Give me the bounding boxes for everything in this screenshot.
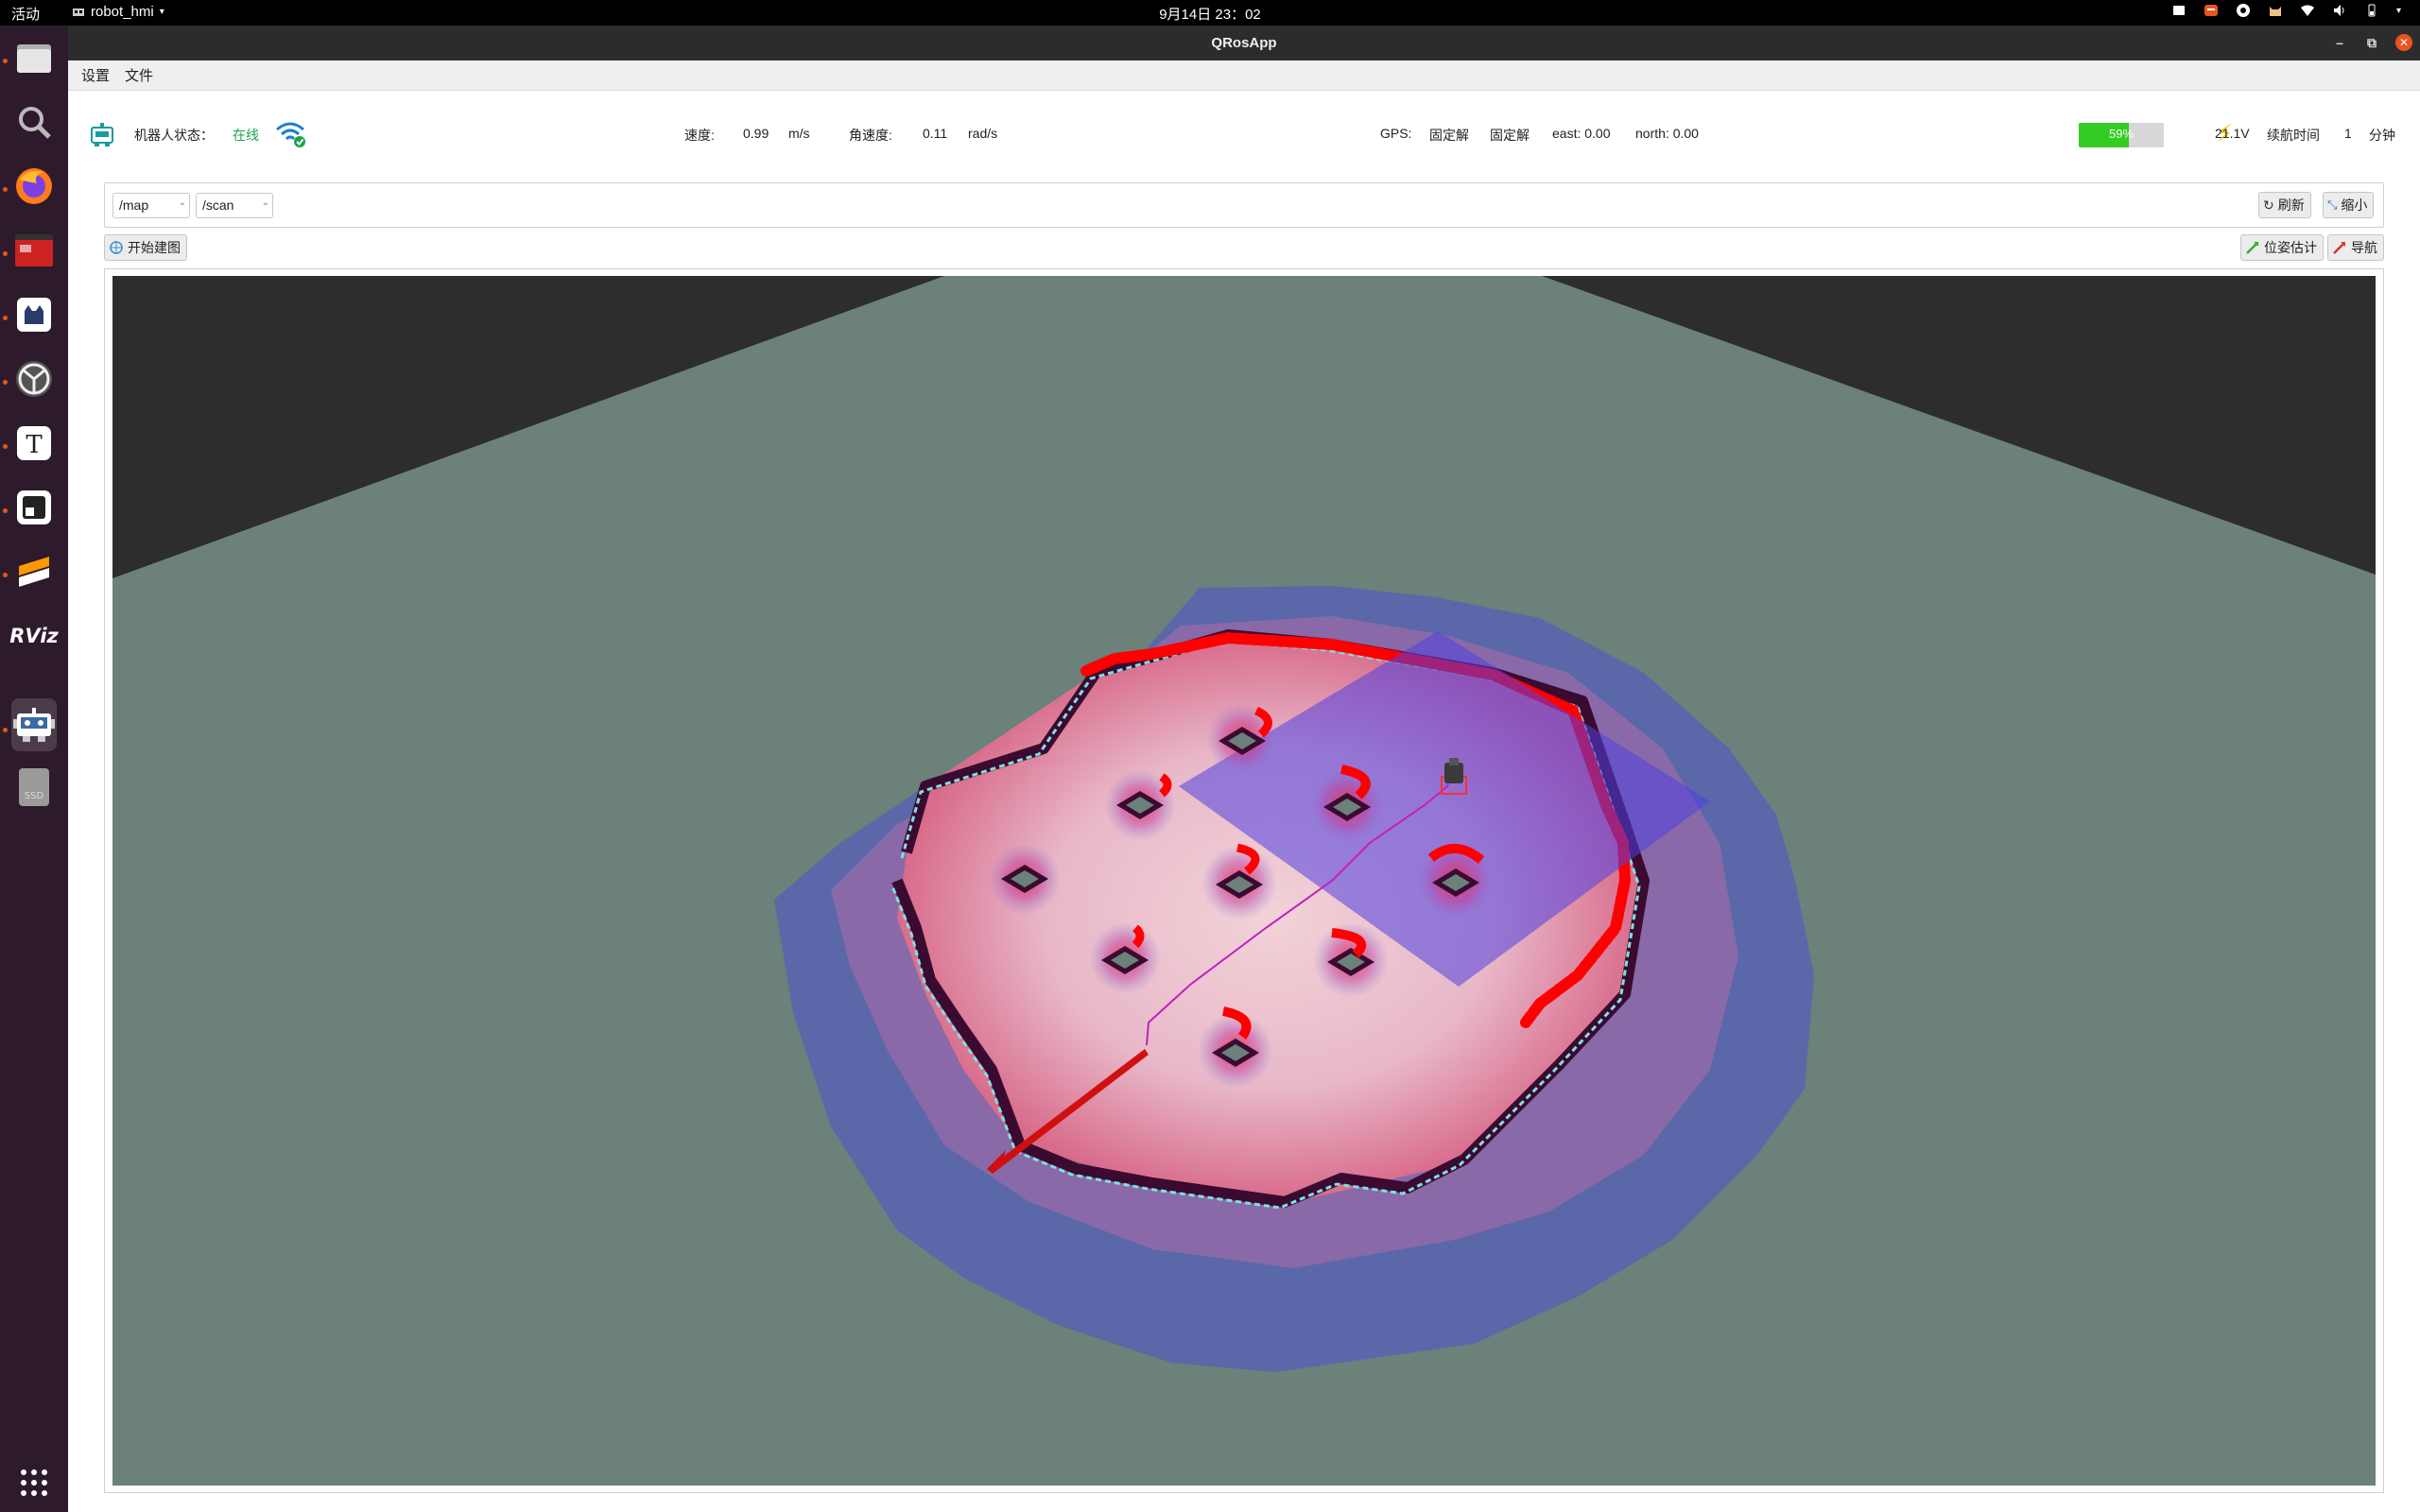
refresh-button[interactable]: ↻ 刷新 <box>2258 192 2311 218</box>
volume-icon[interactable] <box>2332 3 2347 18</box>
firefox-icon[interactable] <box>11 163 57 209</box>
close-button[interactable]: ✕ <box>2395 34 2412 51</box>
gps-fix-status: 固定解 <box>1429 128 1469 143</box>
navigate-label: 导航 <box>2351 240 2377 255</box>
system-tray: ▾ <box>2171 3 2401 18</box>
window-titlebar[interactable]: QRosApp – ⧉ ✕ <box>68 26 2420 60</box>
robot-state-label: 机器人状态： <box>134 128 214 143</box>
show-apps-grid-icon[interactable] <box>11 1460 57 1505</box>
pose-estimate-label: 位姿估计 <box>2264 240 2317 255</box>
angular-speed-unit: rad/s <box>968 126 998 141</box>
restore-button[interactable]: ⧉ <box>2363 34 2380 51</box>
refresh-label: 刷新 <box>2277 198 2305 213</box>
files-icon[interactable] <box>11 35 57 80</box>
gps-east: east: 0.00 <box>1552 126 1611 141</box>
text-editor-icon[interactable]: T <box>11 421 57 466</box>
minimize-button[interactable]: – <box>2331 34 2348 51</box>
battery-bar: 59% <box>2079 123 2164 147</box>
angular-speed-value: 0.11 <box>923 126 948 141</box>
speed-value: 0.99 <box>743 126 769 141</box>
robot-network-icon[interactable] <box>11 356 57 402</box>
qtcreator-icon[interactable] <box>11 292 57 337</box>
wifi-icon[interactable] <box>2300 3 2315 18</box>
angular-speed-label: 角速度: <box>849 128 892 143</box>
topic-selector-bar: /map ⌄ /scan ⌄ ↻ 刷新 ⤡ 缩小 <box>104 182 2384 228</box>
rviz-icon[interactable]: RViz <box>9 613 59 659</box>
pose-estimate-button[interactable]: 位姿估计 <box>2240 234 2324 261</box>
pose-arrow-icon <box>2246 242 2258 254</box>
power-menu-icon[interactable]: ▾ <box>2396 6 2401 16</box>
app-menu-label: robot_hmi <box>91 4 154 20</box>
system-top-bar: 活动 robot_hmi ▾ 9月14日 23：02 ▾ <box>0 0 2420 26</box>
wifi-connected-icon <box>276 122 305 147</box>
activities-button[interactable]: 活动 <box>11 4 40 24</box>
ssd-drive-icon[interactable]: SSD <box>11 765 57 810</box>
qrosapp-icon[interactable] <box>11 698 57 751</box>
robot-state-value: 在线 <box>233 128 259 143</box>
menu-file[interactable]: 文件 <box>125 65 153 85</box>
gps-north: north: 0.00 <box>1635 126 1699 141</box>
scan-topic-value: /scan <box>202 198 234 213</box>
battery-percent: 59% <box>2108 127 2135 141</box>
endurance-unit: 分钟 <box>2369 128 2395 143</box>
sublime-tray-icon[interactable] <box>2204 3 2219 18</box>
crosshair-icon <box>110 241 123 254</box>
cat-tray-icon[interactable] <box>2268 3 2283 18</box>
speed-label: 速度: <box>684 128 715 143</box>
svg-text:T: T <box>26 431 43 459</box>
application-dock: T RViz SSD <box>0 26 68 1512</box>
sublime-icon[interactable] <box>11 549 57 594</box>
map-topic-combo[interactable]: /map ⌄ <box>112 193 190 218</box>
robot-icon <box>91 123 113 146</box>
shrink-button[interactable]: ⤡ 缩小 <box>2323 192 2375 218</box>
navigate-button[interactable]: 导航 <box>2327 234 2384 261</box>
menu-bar: 设置 文件 <box>68 60 2420 91</box>
ssd-label: SSD <box>25 791 44 801</box>
start-mapping-button[interactable]: 开始建图 <box>104 234 187 261</box>
window-title: QRosApp <box>1211 35 1277 51</box>
map-view[interactable] <box>112 276 2376 1486</box>
network-tray-icon[interactable] <box>2236 3 2251 18</box>
chevron-down-icon: ⌄ <box>261 198 269 208</box>
robot-app-icon <box>73 8 84 16</box>
search-icon[interactable] <box>11 99 57 145</box>
menu-settings[interactable]: 设置 <box>81 65 110 85</box>
speed-unit: m/s <box>788 126 810 141</box>
shrink-label: 缩小 <box>2341 198 2368 213</box>
chevron-down-icon: ▾ <box>159 7 164 17</box>
map-topic-value: /map <box>119 198 149 213</box>
start-mapping-label: 开始建图 <box>128 240 181 255</box>
battery-voltage: 21.1V <box>2215 126 2250 141</box>
app-menu[interactable]: robot_hmi ▾ <box>72 4 164 20</box>
clock[interactable]: 9月14日 23：02 <box>1159 7 1261 23</box>
chevron-down-icon: ⌄ <box>178 198 186 208</box>
map-canvas[interactable] <box>112 276 2376 1486</box>
scan-topic-combo[interactable]: /scan ⌄ <box>196 193 273 218</box>
endurance-label: 续航时间 <box>2267 128 2320 143</box>
gps-fix-status-2: 固定解 <box>1490 128 1530 143</box>
robot-status-panel: 机器人状态： 在线 速度: 0.99 m/s 角速度: 0.11 rad/s G… <box>68 91 2420 178</box>
battery-tray-icon[interactable] <box>2364 3 2379 18</box>
app-icon[interactable] <box>11 485 57 530</box>
terminal-icon[interactable] <box>11 228 57 273</box>
endurance-value: 1 <box>2344 126 2352 141</box>
shrink-icon: ⤡ <box>2327 198 2338 212</box>
rviz-label: RViz <box>9 625 59 647</box>
screen-icon[interactable] <box>2171 3 2187 18</box>
gps-label: GPS: <box>1380 126 1412 141</box>
goal-arrow-icon <box>2333 242 2345 254</box>
refresh-icon: ↻ <box>2263 197 2274 213</box>
